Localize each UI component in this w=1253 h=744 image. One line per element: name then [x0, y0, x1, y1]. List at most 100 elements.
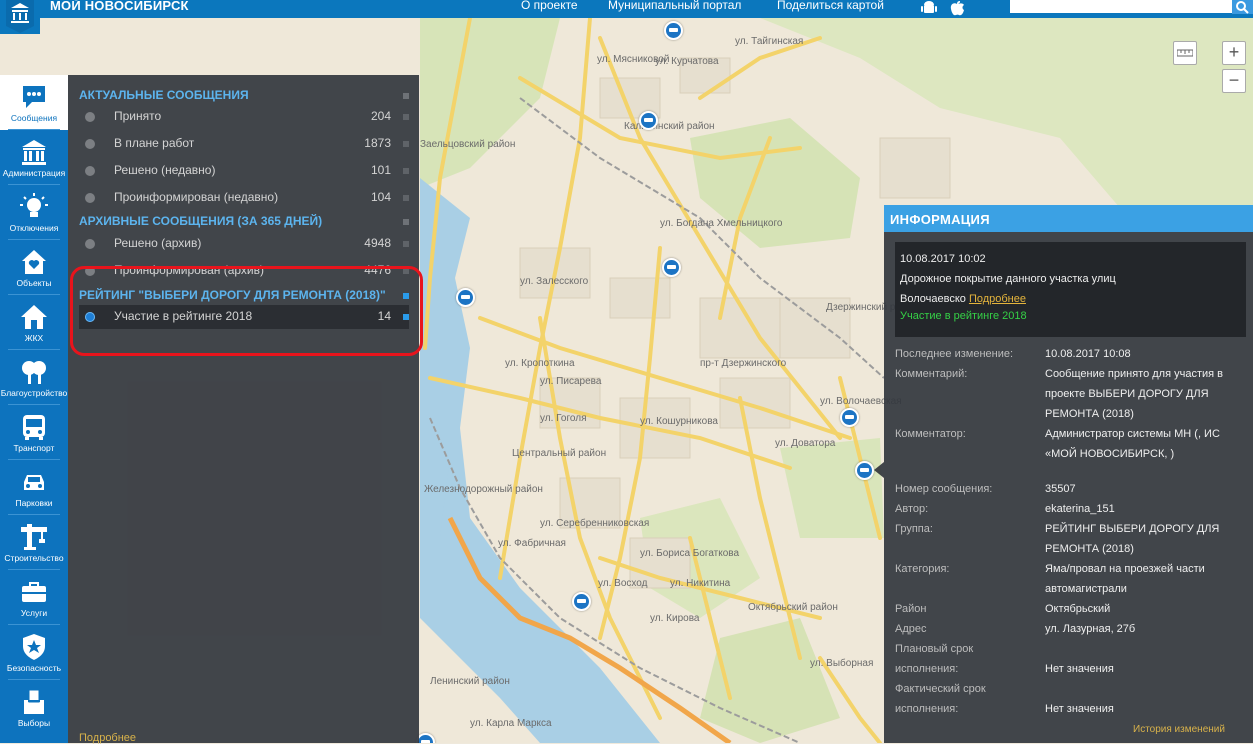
city-hall-icon: [6, 0, 34, 33]
nav-landscaping[interactable]: Благоустройство: [0, 350, 68, 405]
zoom-out-button[interactable]: −: [1222, 69, 1246, 93]
field-label: Категория:: [895, 563, 950, 575]
map-label: ул. Залесского: [520, 276, 589, 287]
message-status: Участие в рейтинге 2018: [900, 310, 1027, 322]
city-logo[interactable]: [0, 0, 40, 34]
info-panel: ИНФОРМАЦИЯ 10.08.2017 10:02 Дорожное пок…: [884, 205, 1253, 743]
nav-label: Строительство: [4, 553, 64, 563]
map-label: ул. Фабричная: [498, 538, 566, 549]
nav-transport[interactable]: Транспорт: [0, 405, 68, 460]
nav-divider: [8, 239, 60, 240]
map-label: ул. Доватора: [775, 438, 836, 449]
filter-item-solved-archive[interactable]: Решено (архив) 4948: [79, 232, 409, 256]
nav-objects[interactable]: Объекты: [0, 240, 68, 295]
filter-toggle[interactable]: [403, 168, 409, 174]
nav-security[interactable]: Безопасность: [0, 625, 68, 680]
filter-toggle[interactable]: [403, 114, 409, 120]
filter-toggle[interactable]: [403, 195, 409, 201]
nav-divider: [8, 404, 60, 405]
nav-messages[interactable]: Сообщения: [0, 75, 68, 130]
nav-parking[interactable]: Парковки: [0, 460, 68, 515]
radio-dot[interactable]: [85, 193, 95, 203]
filter-toggle[interactable]: [403, 141, 409, 147]
search-input[interactable]: [1010, 0, 1240, 13]
filter-item-accepted[interactable]: Принято 204: [79, 105, 409, 129]
map-marker[interactable]: [456, 288, 475, 307]
nav-divider: [8, 349, 60, 350]
section-toggle[interactable]: [403, 219, 409, 225]
field-label: Автор:: [895, 503, 929, 515]
zoom-in-button[interactable]: +: [1222, 41, 1246, 65]
map-label: ул. Серебренниковская: [540, 518, 650, 529]
nav-housing[interactable]: ЖКХ: [0, 295, 68, 350]
map-label: Железнодорожный район: [424, 484, 543, 495]
government-building-icon: [22, 140, 46, 165]
nav-construction[interactable]: Строительство: [0, 515, 68, 570]
field-value: Октябрьский: [1045, 603, 1111, 615]
filter-count: 4948: [364, 236, 391, 250]
nav-label: Безопасность: [6, 663, 62, 673]
share-map-link[interactable]: Поделиться картой: [777, 0, 884, 12]
field-label-cont: исполнения:: [895, 663, 959, 675]
chat-bubble-icon: [23, 86, 45, 108]
ruler-icon[interactable]: [1173, 41, 1197, 65]
map-label: Октябрьский район: [748, 602, 838, 613]
more-link[interactable]: Подробнее: [79, 732, 136, 744]
map-label: ул. Гоголя: [540, 413, 587, 424]
highlight-ring: [70, 266, 423, 356]
field-value: Яма/провал на проезжей части автомагистра…: [1045, 563, 1205, 595]
ballot-box-icon: [24, 689, 44, 714]
filter-label: Проинформирован (недавно): [114, 190, 279, 204]
map-label: ул. Восход: [598, 578, 648, 589]
briefcase-icon: [22, 582, 46, 602]
nav-outages[interactable]: Отключения: [0, 185, 68, 240]
radio-dot[interactable]: [85, 139, 95, 149]
radio-dot[interactable]: [85, 112, 95, 122]
filter-item-informed-recent[interactable]: Проинформирован (недавно) 104: [79, 186, 409, 210]
info-pointer: [874, 462, 884, 478]
info-header: ИНФОРМАЦИЯ: [884, 205, 1253, 232]
message-text-cont: Волочаевско Подробнее: [900, 293, 1026, 305]
filter-item-solved-recent[interactable]: Решено (недавно) 101: [79, 159, 409, 183]
about-link[interactable]: О проекте: [521, 0, 578, 12]
filter-item-planned[interactable]: В плане работ 1873: [79, 132, 409, 156]
nav-divider: [8, 624, 60, 625]
filter-count: 104: [370, 190, 391, 204]
filter-label: Решено (недавно): [114, 163, 216, 177]
bus-icon: [23, 415, 45, 440]
nav-elections[interactable]: Выборы: [0, 680, 68, 735]
map-label: ул. Богдана Хмельницкого: [660, 218, 783, 229]
map-marker[interactable]: [572, 592, 591, 611]
nav-administration[interactable]: Администрация: [0, 130, 68, 185]
field-value: Нет значения: [1045, 663, 1114, 675]
filter-label: В плане работ: [114, 136, 195, 150]
map-label: Центральный район: [512, 448, 607, 459]
filter-toggle[interactable]: [403, 241, 409, 247]
brand-title[interactable]: МОЙ НОВОСИБИРСК: [50, 0, 189, 13]
section-toggle[interactable]: [403, 93, 409, 99]
history-link[interactable]: История изменений: [1133, 724, 1225, 735]
house-icon: [21, 305, 47, 329]
map-marker[interactable]: [662, 258, 681, 277]
map-label: Заельцовский район: [420, 139, 516, 150]
section-title-current: АКТУАЛЬНЫЕ СООБЩЕНИЯ: [79, 88, 249, 102]
radio-dot[interactable]: [85, 166, 95, 176]
android-icon[interactable]: [920, 0, 938, 16]
map-marker[interactable]: [639, 111, 658, 130]
map-label: ул. Кропоткина: [505, 358, 575, 369]
map-label: ул. Тайгинская: [735, 36, 804, 47]
radio-dot[interactable]: [85, 239, 95, 249]
map-label: ул. Писарева: [540, 376, 602, 387]
search-icon[interactable]: [1232, 0, 1253, 14]
shield-icon: [23, 634, 45, 660]
municipal-portal-link[interactable]: Муниципальный портал: [608, 0, 741, 12]
details-link[interactable]: Подробнее: [969, 293, 1026, 305]
map-marker[interactable]: [664, 21, 683, 40]
nav-label: Отключения: [9, 223, 59, 233]
field-value: ekaterina_151: [1045, 503, 1115, 515]
map-marker[interactable]: [840, 408, 859, 427]
field-value: ул. Лазурная, 27б: [1045, 623, 1136, 635]
nav-services[interactable]: Услуги: [0, 570, 68, 625]
map-marker-selected[interactable]: [855, 461, 874, 480]
apple-icon[interactable]: [948, 0, 966, 16]
